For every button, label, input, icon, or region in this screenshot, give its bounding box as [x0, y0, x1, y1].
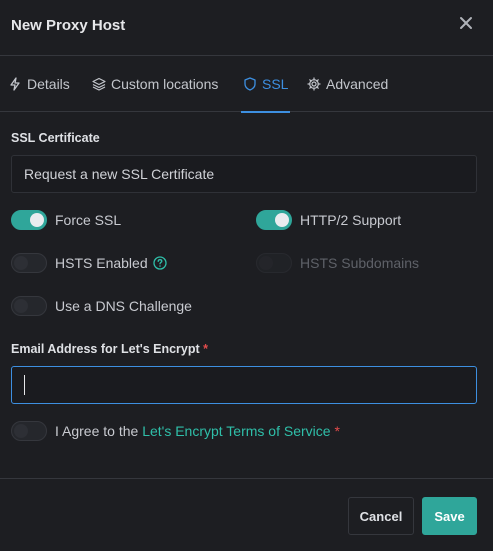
http2-toggle[interactable] [256, 210, 292, 230]
http2-row: HTTP/2 Support [256, 210, 401, 230]
email-label-text: Email Address for Let's Encrypt [11, 342, 200, 356]
ssl-certificate-label: SSL Certificate [11, 131, 100, 145]
hsts-row: HSTS Enabled [11, 253, 167, 273]
gear-icon [307, 77, 321, 91]
close-icon[interactable] [459, 16, 473, 30]
ssl-certificate-value: Request a new SSL Certificate [24, 166, 215, 182]
modal-title: New Proxy Host [11, 17, 126, 34]
hsts-subdomains-label: HSTS Subdomains [300, 255, 420, 271]
text-caret [24, 375, 25, 395]
required-mark: * [334, 423, 340, 439]
cancel-button[interactable]: Cancel [348, 497, 414, 535]
http2-label: HTTP/2 Support [300, 212, 402, 228]
dns-challenge-toggle[interactable] [11, 296, 47, 316]
ssl-certificate-select[interactable]: Request a new SSL Certificate [11, 155, 477, 193]
hsts-label: HSTS Enabled [55, 255, 148, 271]
agree-toggle[interactable] [11, 421, 47, 441]
required-mark: * [203, 342, 209, 356]
agree-label: I Agree to the Let's Encrypt Terms of Se… [55, 423, 340, 439]
email-label: Email Address for Let's Encrypt * [11, 342, 208, 356]
hsts-subdomains-toggle[interactable] [256, 253, 292, 273]
tab-details[interactable]: Details [8, 56, 70, 112]
force-ssl-toggle[interactable] [11, 210, 47, 230]
modal-footer: Cancel Save [0, 478, 493, 551]
lightning-icon [10, 77, 20, 91]
tab-bar: Details Custom locations SSL Advanced [0, 56, 493, 113]
help-icon[interactable] [152, 256, 167, 270]
shield-icon [244, 77, 256, 91]
tab-label: Details [27, 76, 70, 92]
dns-challenge-label: Use a DNS Challenge [55, 298, 192, 314]
agree-prefix: I Agree to the [55, 423, 139, 439]
tab-advanced[interactable]: Advanced [307, 56, 388, 112]
email-input[interactable] [11, 366, 477, 404]
dns-challenge-row: Use a DNS Challenge [11, 296, 192, 316]
terms-link[interactable]: Let's Encrypt Terms of Service [142, 423, 330, 439]
modal-header: New Proxy Host [0, 0, 493, 56]
tab-label: SSL [262, 76, 289, 92]
agree-row: I Agree to the Let's Encrypt Terms of Se… [11, 421, 340, 441]
tab-custom-locations[interactable]: Custom locations [92, 56, 218, 112]
layers-icon [92, 77, 106, 91]
force-ssl-row: Force SSL [11, 210, 121, 230]
save-button[interactable]: Save [422, 497, 477, 535]
tab-ssl[interactable]: SSL [240, 56, 291, 113]
hsts-subdomains-row: HSTS Subdomains [256, 253, 419, 273]
tab-label: Advanced [326, 76, 389, 92]
force-ssl-label: Force SSL [55, 212, 122, 228]
hsts-toggle[interactable] [11, 253, 47, 273]
tab-label: Custom locations [111, 76, 219, 92]
new-proxy-host-modal: New Proxy Host Details Custom locations … [0, 0, 493, 551]
